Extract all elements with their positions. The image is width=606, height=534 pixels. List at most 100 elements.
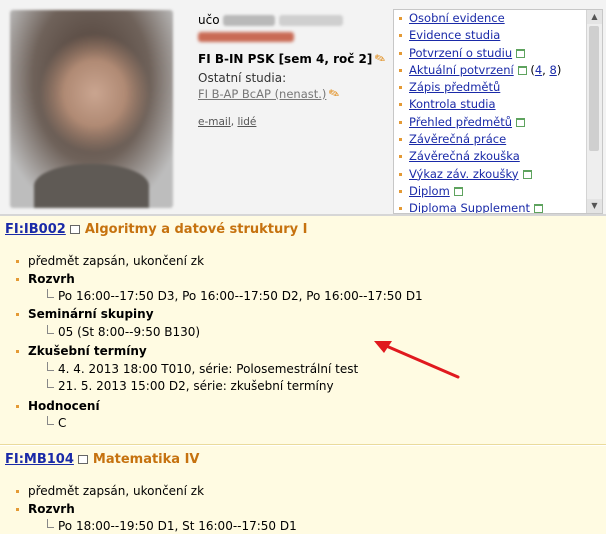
printer-icon[interactable] — [517, 65, 527, 75]
exam-term: 4. 4. 2013 18:00 T010, série: Polosemest… — [47, 362, 358, 376]
other-study[interactable]: FI B-AP BcAP (nenast.)✎ — [198, 86, 388, 104]
schedule-value: Po 18:00--19:50 D1, St 16:00--17:50 D1 — [47, 519, 297, 533]
people-link[interactable]: lidé — [237, 116, 256, 128]
tree-branch — [47, 289, 54, 298]
menu-item-kontrola-studia[interactable]: Kontrola studia — [399, 96, 602, 113]
red-arrow-annotation — [374, 341, 460, 379]
bullet-icon — [16, 490, 19, 493]
seminar-label: Seminární skupiny — [16, 307, 154, 321]
menu-link[interactable]: Aktuální potvrzení — [409, 63, 514, 77]
menu-item-zaverecna-prace[interactable]: Závěrečná práce — [399, 131, 602, 148]
course-name: Matematika IV — [92, 452, 200, 467]
value-text: Po 18:00--19:50 D1, St 16:00--17:50 D1 — [58, 519, 297, 533]
printer-icon[interactable] — [522, 169, 532, 179]
label-text: Rozvrh — [28, 272, 75, 286]
syllabus-icon[interactable] — [77, 455, 88, 464]
menu-link[interactable]: Evidence studia — [409, 28, 500, 42]
arrow-shaft — [382, 343, 460, 379]
bullet-icon — [399, 155, 402, 159]
menu-item-potvrzeni[interactable]: Potvrzení o studiu — [399, 45, 602, 62]
printer-icon[interactable] — [453, 186, 463, 196]
other-studies-label: Ostatní studia: — [198, 71, 287, 85]
menu-item-diploma-supplement[interactable]: Diploma Supplement — [399, 200, 602, 213]
bullet-icon — [16, 405, 19, 408]
exam-term: 21. 5. 2013 15:00 D2, série: zkušební te… — [47, 379, 334, 393]
contact-links: e-mail, lidé — [198, 116, 388, 128]
scroll-down-icon[interactable]: ▼ — [587, 199, 602, 213]
menu-link[interactable]: Výkaz záv. zkoušky — [409, 167, 519, 181]
value-text: 21. 5. 2013 15:00 D2, série: zkušební te… — [58, 379, 334, 393]
printer-icon[interactable] — [516, 117, 526, 127]
bullet-icon — [399, 172, 402, 176]
bullet-icon — [399, 138, 402, 142]
menu-link[interactable]: Závěrečná práce — [409, 132, 506, 146]
scrollbar-thumb[interactable] — [589, 26, 599, 151]
bullet-icon — [399, 120, 402, 124]
printer-icon[interactable] — [534, 204, 544, 213]
menu-link[interactable]: Diploma Supplement — [409, 201, 530, 213]
tree-branch — [47, 362, 54, 371]
bullet-icon — [16, 278, 19, 281]
course-code-link[interactable]: FI:MB104 — [5, 452, 74, 467]
bullet-icon — [399, 207, 402, 211]
link-separator: , — [230, 116, 235, 128]
course-title: FI:MB104 Matematika IV — [5, 452, 199, 467]
seminar-value: 05 (St 8:00--9:50 B130) — [47, 325, 200, 339]
uco-number-redacted — [223, 15, 276, 26]
value-text: Po 16:00--17:50 D3, Po 16:00--17:50 D2, … — [58, 289, 423, 303]
student-info: učo FI B-IN PSK [sem 4, roč 2]✎ Ostatní … — [198, 12, 389, 128]
bullet-icon — [399, 103, 402, 107]
menu-item-zapis-predmetu[interactable]: Zápis předmětů — [399, 79, 602, 96]
status-text: předmět zapsán, ukončení zk — [28, 484, 205, 498]
student-menu: Osobní evidence Evidence studia Potvrzen… — [393, 9, 603, 214]
menu-link[interactable]: Osobní evidence — [409, 11, 505, 25]
menu-item-osobni-evidence[interactable]: Osobní evidence — [399, 10, 602, 27]
paren-close: ) — [556, 62, 562, 77]
menu-link[interactable]: Potvrzení o studiu — [409, 46, 512, 60]
bullet-icon — [16, 350, 19, 353]
menu-item-prehled-predmetu[interactable]: Přehled předmětů — [399, 114, 602, 131]
grading-label: Hodnocení — [16, 399, 100, 413]
course-code-link[interactable]: FI:IB002 — [5, 222, 66, 237]
other-study-link[interactable]: FI B-AP BcAP (nenast.) — [198, 87, 326, 101]
menu-item-zaverecna-zkouska[interactable]: Závěrečná zkouška — [399, 148, 602, 165]
menu-item-evidence-studia[interactable]: Evidence studia — [399, 27, 602, 44]
menu-link[interactable]: Kontrola studia — [409, 97, 496, 111]
menu-item-diplom[interactable]: Diplom — [399, 183, 602, 200]
label-text: Zkušební termíny — [28, 344, 147, 358]
value-text: 05 (St 8:00--9:50 B130) — [58, 325, 201, 339]
bullet-icon — [399, 17, 402, 20]
course-name: Algoritmy a datové struktury I — [84, 222, 308, 237]
student-header: učo FI B-IN PSK [sem 4, roč 2]✎ Ostatní … — [0, 0, 606, 216]
printer-icon[interactable] — [516, 48, 526, 58]
edit-pencil-icon[interactable]: ✎ — [327, 86, 342, 104]
bullet-icon — [399, 34, 402, 38]
potvrzeni-link-8[interactable]: 8 — [549, 63, 556, 77]
menu-item-aktualni-potvrzeni[interactable]: Aktuální potvrzení (4, 8) — [399, 62, 602, 79]
scroll-up-icon[interactable]: ▲ — [587, 10, 602, 24]
status-text: předmět zapsán, ukončení zk — [28, 254, 205, 268]
bullet-icon — [16, 260, 19, 263]
edit-pencil-icon[interactable]: ✎ — [373, 51, 388, 69]
menu-item-vykaz-zav-zkousky[interactable]: Výkaz záv. zkoušky — [399, 166, 602, 183]
email-link[interactable]: e-mail — [198, 116, 231, 128]
study-program[interactable]: FI B-IN PSK [sem 4, roč 2]✎ — [198, 51, 389, 69]
value-text: C — [58, 416, 67, 430]
schedule-label: Rozvrh — [16, 272, 75, 286]
label-text: Hodnocení — [28, 399, 100, 413]
menu-link[interactable]: Přehled předmětů — [409, 115, 512, 129]
menu-link[interactable]: Zápis předmětů — [409, 80, 500, 94]
comma: , — [542, 62, 546, 77]
syllabus-icon[interactable] — [69, 225, 80, 234]
label-text: Seminární skupiny — [28, 307, 154, 321]
tree-branch — [47, 519, 54, 528]
bullet-icon — [399, 189, 402, 193]
menu-scrollbar[interactable]: ▲ ▼ — [586, 10, 602, 213]
menu-link[interactable]: Diplom — [409, 184, 450, 198]
value-text: 4. 4. 2013 18:00 T010, série: Polosemest… — [58, 362, 359, 376]
menu-link[interactable]: Závěrečná zkouška — [409, 149, 520, 163]
schedule-label: Rozvrh — [16, 502, 75, 516]
course-block: FI:IB002 Algoritmy a datové struktury I p… — [0, 216, 606, 445]
tree-branch — [47, 416, 54, 425]
bullet-icon — [399, 51, 402, 55]
